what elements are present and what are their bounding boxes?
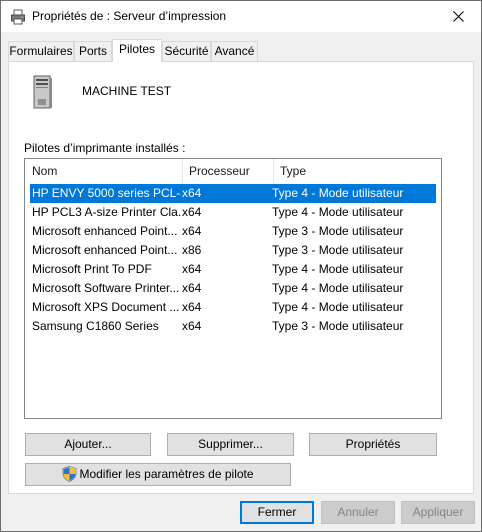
column-header-type[interactable]: Type [273, 159, 441, 184]
change-driver-settings-button[interactable]: Modifier les paramètres de pilote [25, 463, 291, 486]
machine-name: MACHINE TEST [82, 84, 172, 98]
driver-type: Type 3 - Mode utilisateur [272, 243, 404, 257]
window-title: Propriétés de : Serveur d’impression [32, 9, 227, 23]
driver-row[interactable]: Microsoft Software Printer... x64 Type 4… [30, 279, 436, 298]
installed-drivers-label: Pilotes d’imprimante installés : [24, 141, 186, 155]
driver-name: Microsoft Print To PDF [32, 262, 152, 276]
driver-processor: x64 [182, 224, 202, 238]
driver-processor: x64 [182, 262, 202, 276]
driver-row[interactable]: HP PCL3 A-size Printer Cla... x64 Type 4… [30, 203, 436, 222]
cancel-button[interactable]: Annuler [321, 501, 395, 524]
drivers-list[interactable]: Nom Processeur Type HP ENVY 5000 series … [24, 158, 442, 419]
apply-button[interactable]: Appliquer [401, 501, 475, 524]
driver-type: Type 4 - Mode utilisateur [272, 186, 404, 200]
driver-name: Microsoft enhanced Point... [32, 224, 178, 238]
driver-row[interactable]: Microsoft enhanced Point... x86 Type 3 -… [30, 241, 436, 260]
close-icon [452, 11, 464, 22]
driver-type: Type 3 - Mode utilisateur [272, 319, 404, 333]
driver-properties-button[interactable]: Propriétés [309, 433, 437, 456]
driver-type: Type 4 - Mode utilisateur [272, 262, 404, 276]
add-driver-button[interactable]: Ajouter... [25, 433, 151, 456]
tab-ports[interactable]: Ports [74, 41, 112, 61]
driver-processor: x64 [182, 319, 202, 333]
driver-processor: x86 [182, 243, 202, 257]
driver-row[interactable]: Samsung C1860 Series x64 Type 3 - Mode u… [30, 317, 436, 336]
driver-processor: x64 [182, 205, 202, 219]
title-bar: Propriétés de : Serveur d’impression [1, 1, 481, 32]
driver-name: Microsoft XPS Document ... [32, 300, 180, 314]
driver-row[interactable]: Microsoft enhanced Point... x64 Type 3 -… [30, 222, 436, 241]
drivers-tab-panel: MACHINE TEST Pilotes d’imprimante instal… [8, 61, 474, 494]
tab-securite[interactable]: Sécurité [162, 41, 211, 61]
driver-processor: x64 [182, 186, 202, 200]
driver-name: HP ENVY 5000 series PCL-3 [32, 186, 181, 200]
driver-type: Type 4 - Mode utilisateur [272, 281, 404, 295]
driver-name: HP PCL3 A-size Printer Cla... [32, 205, 181, 219]
tab-pilotes[interactable]: Pilotes [112, 39, 162, 62]
driver-name: Microsoft enhanced Point... [32, 243, 178, 257]
tab-avance[interactable]: Avancé [211, 41, 258, 61]
close-dialog-button[interactable]: Fermer [240, 501, 314, 524]
change-driver-settings-label: Modifier les paramètres de pilote [79, 467, 254, 481]
driver-type: Type 4 - Mode utilisateur [272, 205, 404, 219]
printer-icon [11, 9, 25, 25]
driver-type: Type 3 - Mode utilisateur [272, 224, 404, 238]
driver-row[interactable]: Microsoft Print To PDF x64 Type 4 - Mode… [30, 260, 436, 279]
column-header-processeur[interactable]: Processeur [182, 159, 273, 184]
remove-driver-button[interactable]: Supprimer... [167, 433, 294, 456]
driver-type: Type 4 - Mode utilisateur [272, 300, 404, 314]
column-header-nom[interactable]: Nom [25, 159, 182, 184]
tab-formulaires[interactable]: Formulaires [8, 41, 74, 61]
driver-row[interactable]: Microsoft XPS Document ... x64 Type 4 - … [30, 298, 436, 317]
driver-name: Samsung C1860 Series [32, 319, 159, 333]
list-header: Nom Processeur Type [25, 159, 441, 184]
driver-row[interactable]: HP ENVY 5000 series PCL-3 x64 Type 4 - M… [30, 184, 436, 203]
driver-name: Microsoft Software Printer... [32, 281, 180, 295]
driver-processor: x64 [182, 281, 202, 295]
uac-shield-icon [63, 466, 77, 482]
close-button[interactable] [435, 1, 481, 32]
driver-processor: x64 [182, 300, 202, 314]
server-tower-icon [33, 75, 52, 109]
print-server-properties-dialog: Propriétés de : Serveur d’impression For… [0, 0, 482, 532]
